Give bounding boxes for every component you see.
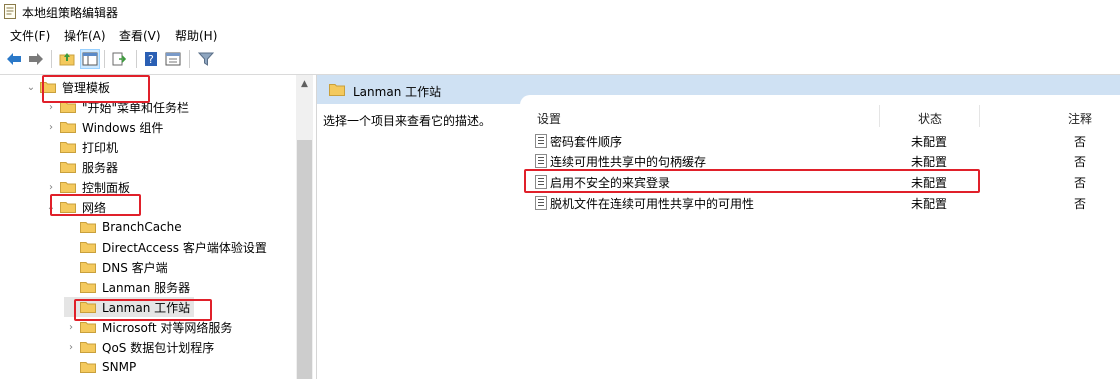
expand-arrow-icon[interactable]: ⌄ xyxy=(24,82,38,93)
scrollbar-thumb[interactable] xyxy=(297,140,312,379)
policy-row[interactable]: 密码套件顺序 未配置 否 xyxy=(535,130,1120,150)
folder-icon xyxy=(80,222,96,233)
tree-node-dns-client[interactable]: DNS 客户端 xyxy=(64,257,168,277)
tree-node-label: Microsoft 对等网络服务 xyxy=(102,320,233,335)
scroll-up-icon[interactable]: ▲ xyxy=(296,75,313,92)
tree-node-branchcache[interactable]: BranchCache xyxy=(64,217,182,237)
toolbar-separator xyxy=(136,50,137,68)
collapse-arrow-icon[interactable]: › xyxy=(44,122,58,133)
back-arrow-icon[interactable] xyxy=(5,50,23,68)
policy-setting-icon xyxy=(535,196,547,210)
tree-node-windows-components[interactable]: › Windows 组件 xyxy=(44,117,163,137)
export-list-icon[interactable] xyxy=(110,50,128,68)
policy-editor-icon xyxy=(4,4,16,19)
tree-node-label: 打印机 xyxy=(82,140,119,155)
policy-note: 否 xyxy=(1074,135,1087,149)
annotation-box-admin-templates xyxy=(42,75,150,103)
folder-icon xyxy=(80,342,96,353)
folder-icon xyxy=(60,122,76,133)
tree-node-lanman-server[interactable]: Lanman 服务器 xyxy=(64,277,190,297)
annotation-box-lanman-workstation xyxy=(74,299,212,321)
show-hide-console-tree-icon[interactable] xyxy=(80,49,100,69)
properties-icon[interactable] xyxy=(164,50,182,68)
tree-node-directaccess[interactable]: DirectAccess 客户端体验设置 xyxy=(64,237,267,257)
policy-status: 未配置 xyxy=(911,155,948,169)
folder-icon xyxy=(60,162,76,173)
tree-node-label: Windows 组件 xyxy=(82,120,164,135)
column-header-setting[interactable]: 设置 xyxy=(537,110,561,127)
menu-file[interactable]: 文件(F) xyxy=(10,27,50,44)
details-header-title: Lanman 工作站 xyxy=(353,85,442,99)
column-divider[interactable] xyxy=(979,105,980,127)
annotation-box-network xyxy=(50,194,141,216)
column-header-note[interactable]: 注释 xyxy=(1068,110,1092,127)
window-title: 本地组策略编辑器 xyxy=(22,6,119,20)
up-folder-icon[interactable] xyxy=(58,50,76,68)
folder-icon xyxy=(80,322,96,333)
folder-icon xyxy=(80,242,96,253)
policy-status: 未配置 xyxy=(911,197,948,211)
toolbar-separator xyxy=(104,50,105,68)
tree-node-label: 控制面板 xyxy=(82,180,131,195)
menu-view[interactable]: 查看(V) xyxy=(119,27,161,44)
folder-icon xyxy=(60,142,76,153)
folder-icon xyxy=(60,182,76,193)
toolbar: ? xyxy=(0,44,1120,75)
policy-name: 连续可用性共享中的句柄缓存 xyxy=(550,155,707,169)
folder-icon xyxy=(80,262,96,273)
details-pane: Lanman 工作站 选择一个项目来查看它的描述。 设置 状态 注释 密码套件顺… xyxy=(317,75,1120,379)
policy-row[interactable]: 连续可用性共享中的句柄缓存 未配置 否 xyxy=(535,150,1120,170)
tree-node-snmp[interactable]: SNMP xyxy=(64,357,136,377)
collapse-arrow-icon[interactable]: › xyxy=(64,322,78,333)
forward-arrow-icon[interactable] xyxy=(27,50,45,68)
column-header-status[interactable]: 状态 xyxy=(918,110,942,127)
column-divider[interactable] xyxy=(879,105,880,127)
policy-note: 否 xyxy=(1074,197,1087,211)
collapse-arrow-icon[interactable]: › xyxy=(44,182,58,193)
menu-bar: 文件(F) 操作(A) 查看(V) 帮助(H) xyxy=(0,24,1120,44)
collapse-arrow-icon[interactable]: › xyxy=(44,102,58,113)
policy-row[interactable]: 脱机文件在连续可用性共享中的可用性 未配置 否 xyxy=(535,192,1120,212)
filter-icon[interactable] xyxy=(197,50,215,68)
tree-node-label: QoS 数据包计划程序 xyxy=(102,340,215,355)
console-tree[interactable]: ⌄ 管理模板 › "开始"菜单和任务栏 › Windows 组件 打印机 服务器… xyxy=(0,75,317,379)
help-icon[interactable]: ? xyxy=(142,50,160,68)
policy-name: 脱机文件在连续可用性共享中的可用性 xyxy=(550,197,755,211)
tree-node-label: SNMP xyxy=(102,360,137,374)
title-bar: 本地组策略编辑器 xyxy=(0,0,1120,24)
tree-node-label: DNS 客户端 xyxy=(102,260,168,275)
tree-node-server[interactable]: 服务器 xyxy=(44,157,118,177)
tree-node-label: BranchCache xyxy=(102,220,182,234)
policy-status: 未配置 xyxy=(911,135,948,149)
folder-icon xyxy=(80,282,96,293)
folder-icon xyxy=(329,84,345,96)
tree-node-printers[interactable]: 打印机 xyxy=(44,137,118,157)
annotation-box-guest-logon xyxy=(524,169,980,193)
menu-help[interactable]: 帮助(H) xyxy=(175,27,217,44)
policy-setting-icon xyxy=(535,154,547,168)
svg-text:?: ? xyxy=(148,53,154,66)
tree-node-qos[interactable]: › QoS 数据包计划程序 xyxy=(64,337,214,357)
tree-node-label: 服务器 xyxy=(82,160,119,175)
policy-name: 密码套件顺序 xyxy=(550,135,623,149)
toolbar-separator xyxy=(51,50,52,68)
list-panel-edge xyxy=(520,95,1120,109)
folder-icon xyxy=(80,362,96,373)
description-text: 选择一个项目来查看它的描述。 xyxy=(323,114,492,128)
collapse-arrow-icon[interactable]: › xyxy=(64,342,78,353)
policy-note: 否 xyxy=(1074,176,1087,190)
toolbar-separator xyxy=(189,50,190,68)
tree-scrollbar[interactable]: ▲ xyxy=(296,75,313,379)
tree-node-label: Lanman 服务器 xyxy=(102,280,191,295)
policy-setting-icon xyxy=(535,134,547,148)
policy-note: 否 xyxy=(1074,155,1087,169)
tree-node-label: DirectAccess 客户端体验设置 xyxy=(102,240,267,255)
menu-action[interactable]: 操作(A) xyxy=(64,27,106,44)
